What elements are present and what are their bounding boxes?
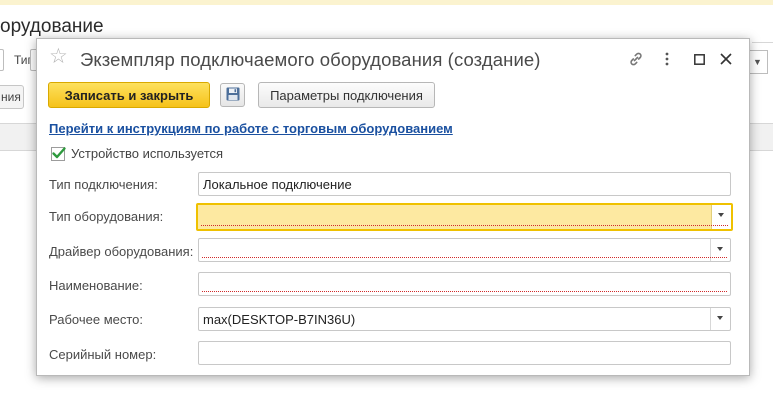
background-button[interactable]: ния	[0, 85, 24, 109]
device-in-use-checkbox[interactable]	[51, 147, 66, 161]
equipment-type-label: Тип оборудования:	[49, 209, 164, 224]
driver-dropdown-button[interactable]	[710, 239, 730, 261]
maximize-icon[interactable]	[688, 48, 710, 70]
connection-type-field[interactable]: Локальное подключение	[198, 172, 731, 196]
checkmark-icon	[52, 147, 66, 159]
star-icon[interactable]: ☆	[49, 46, 68, 68]
floppy-disk-icon	[226, 87, 240, 104]
dialog-title: Экземпляр подключаемого оборудования (со…	[80, 49, 541, 70]
equipment-instance-dialog: ☆ Экземпляр подключаемого оборудования (…	[36, 38, 750, 376]
connection-type-label: Тип подключения:	[49, 177, 158, 192]
save-and-close-button[interactable]: Записать и закрыть	[48, 82, 210, 108]
dialog-header: ☆ Экземпляр подключаемого оборудования (…	[37, 39, 749, 79]
chevron-down-icon	[718, 213, 724, 217]
background-dropdown-button[interactable]: ▼	[748, 50, 768, 74]
workplace-label: Рабочее место:	[49, 312, 144, 327]
connection-parameters-button[interactable]: Параметры подключения	[258, 82, 435, 108]
background-page-title: орудование	[0, 16, 104, 37]
link-icon[interactable]	[625, 48, 647, 70]
name-label: Наименование:	[49, 278, 143, 293]
background-divider	[752, 42, 773, 43]
serial-number-label: Серийный номер:	[49, 347, 157, 362]
equipment-type-dropdown-button[interactable]	[711, 205, 731, 229]
close-icon[interactable]	[715, 48, 737, 70]
save-button[interactable]	[220, 83, 245, 107]
background-field-fragment	[0, 49, 4, 71]
chevron-down-icon	[717, 316, 723, 320]
background-top-strip	[0, 0, 773, 5]
workplace-dropdown-button[interactable]	[710, 308, 730, 330]
workplace-value: max(DESKTOP-B7IN36U)	[203, 312, 356, 327]
serial-number-field[interactable]	[198, 341, 731, 365]
equipment-type-field[interactable]	[196, 203, 733, 231]
instructions-link[interactable]: Перейти к инструкциям по работе с торгов…	[49, 121, 453, 136]
more-icon[interactable]	[656, 48, 678, 70]
name-field[interactable]	[198, 272, 731, 296]
workplace-field[interactable]: max(DESKTOP-B7IN36U)	[198, 307, 731, 331]
connection-type-value: Локальное подключение	[203, 177, 352, 192]
device-in-use-label: Устройство используется	[71, 146, 224, 161]
driver-label: Драйвер оборудования:	[49, 244, 194, 259]
chevron-down-icon	[717, 247, 723, 251]
driver-field[interactable]	[198, 238, 731, 262]
